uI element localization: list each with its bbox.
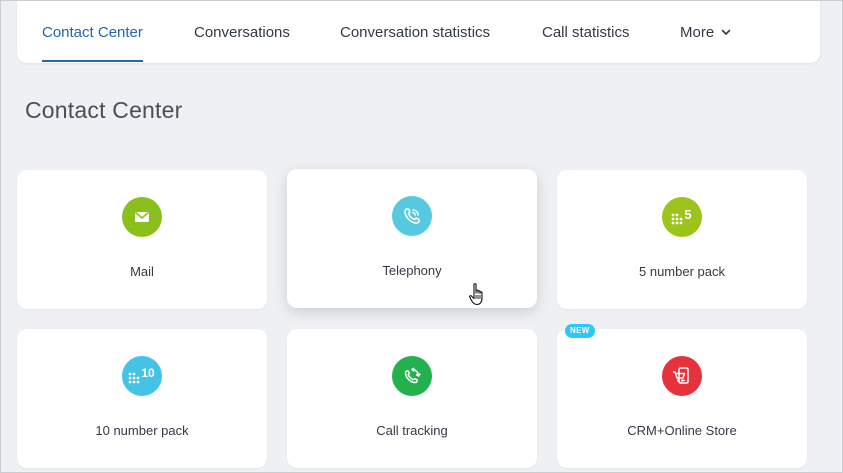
card-crm-online-store[interactable]: NEW CRM+Online Store (557, 324, 807, 468)
card-label: CRM+Online Store (627, 423, 737, 438)
tab-conversations[interactable]: Conversations (194, 1, 290, 63)
svg-text:10: 10 (141, 366, 155, 380)
card-label: 5 number pack (639, 264, 725, 279)
card-label: Mail (130, 264, 154, 279)
page-title: Contact Center (25, 97, 183, 123)
card-call-tracking[interactable]: Call tracking (287, 329, 537, 468)
card-label: 10 number pack (95, 423, 189, 438)
hand-cursor-icon (469, 283, 483, 306)
card-telephony[interactable]: Telephony (287, 169, 537, 308)
tab-call-statistics[interactable]: Call statistics (542, 1, 630, 63)
card-5-number-pack[interactable]: 5 5 number pack (557, 170, 807, 309)
store-icon (662, 356, 702, 396)
tab-contact-center[interactable]: Contact Center (42, 1, 143, 63)
card-10-number-pack[interactable]: 10 10 number pack (17, 329, 267, 468)
phone-icon (392, 196, 432, 236)
card-mail[interactable]: Mail (17, 170, 267, 309)
top-navigation: Contact Center Conversations Conversatio… (17, 1, 820, 63)
dialpad-10-icon: 10 (122, 356, 162, 396)
card-label: Call tracking (376, 423, 448, 438)
svg-text:5: 5 (684, 207, 691, 222)
new-badge: NEW (565, 324, 595, 338)
dialpad-5-icon: 5 (662, 197, 702, 237)
tab-more[interactable]: More (680, 1, 732, 63)
card-label: Telephony (382, 263, 442, 278)
tab-conversation-statistics[interactable]: Conversation statistics (340, 1, 490, 63)
chevron-down-icon (721, 29, 731, 35)
mail-icon (122, 197, 162, 237)
app-window: Contact Center Conversations Conversatio… (0, 0, 843, 473)
call-tracking-icon (392, 356, 432, 396)
